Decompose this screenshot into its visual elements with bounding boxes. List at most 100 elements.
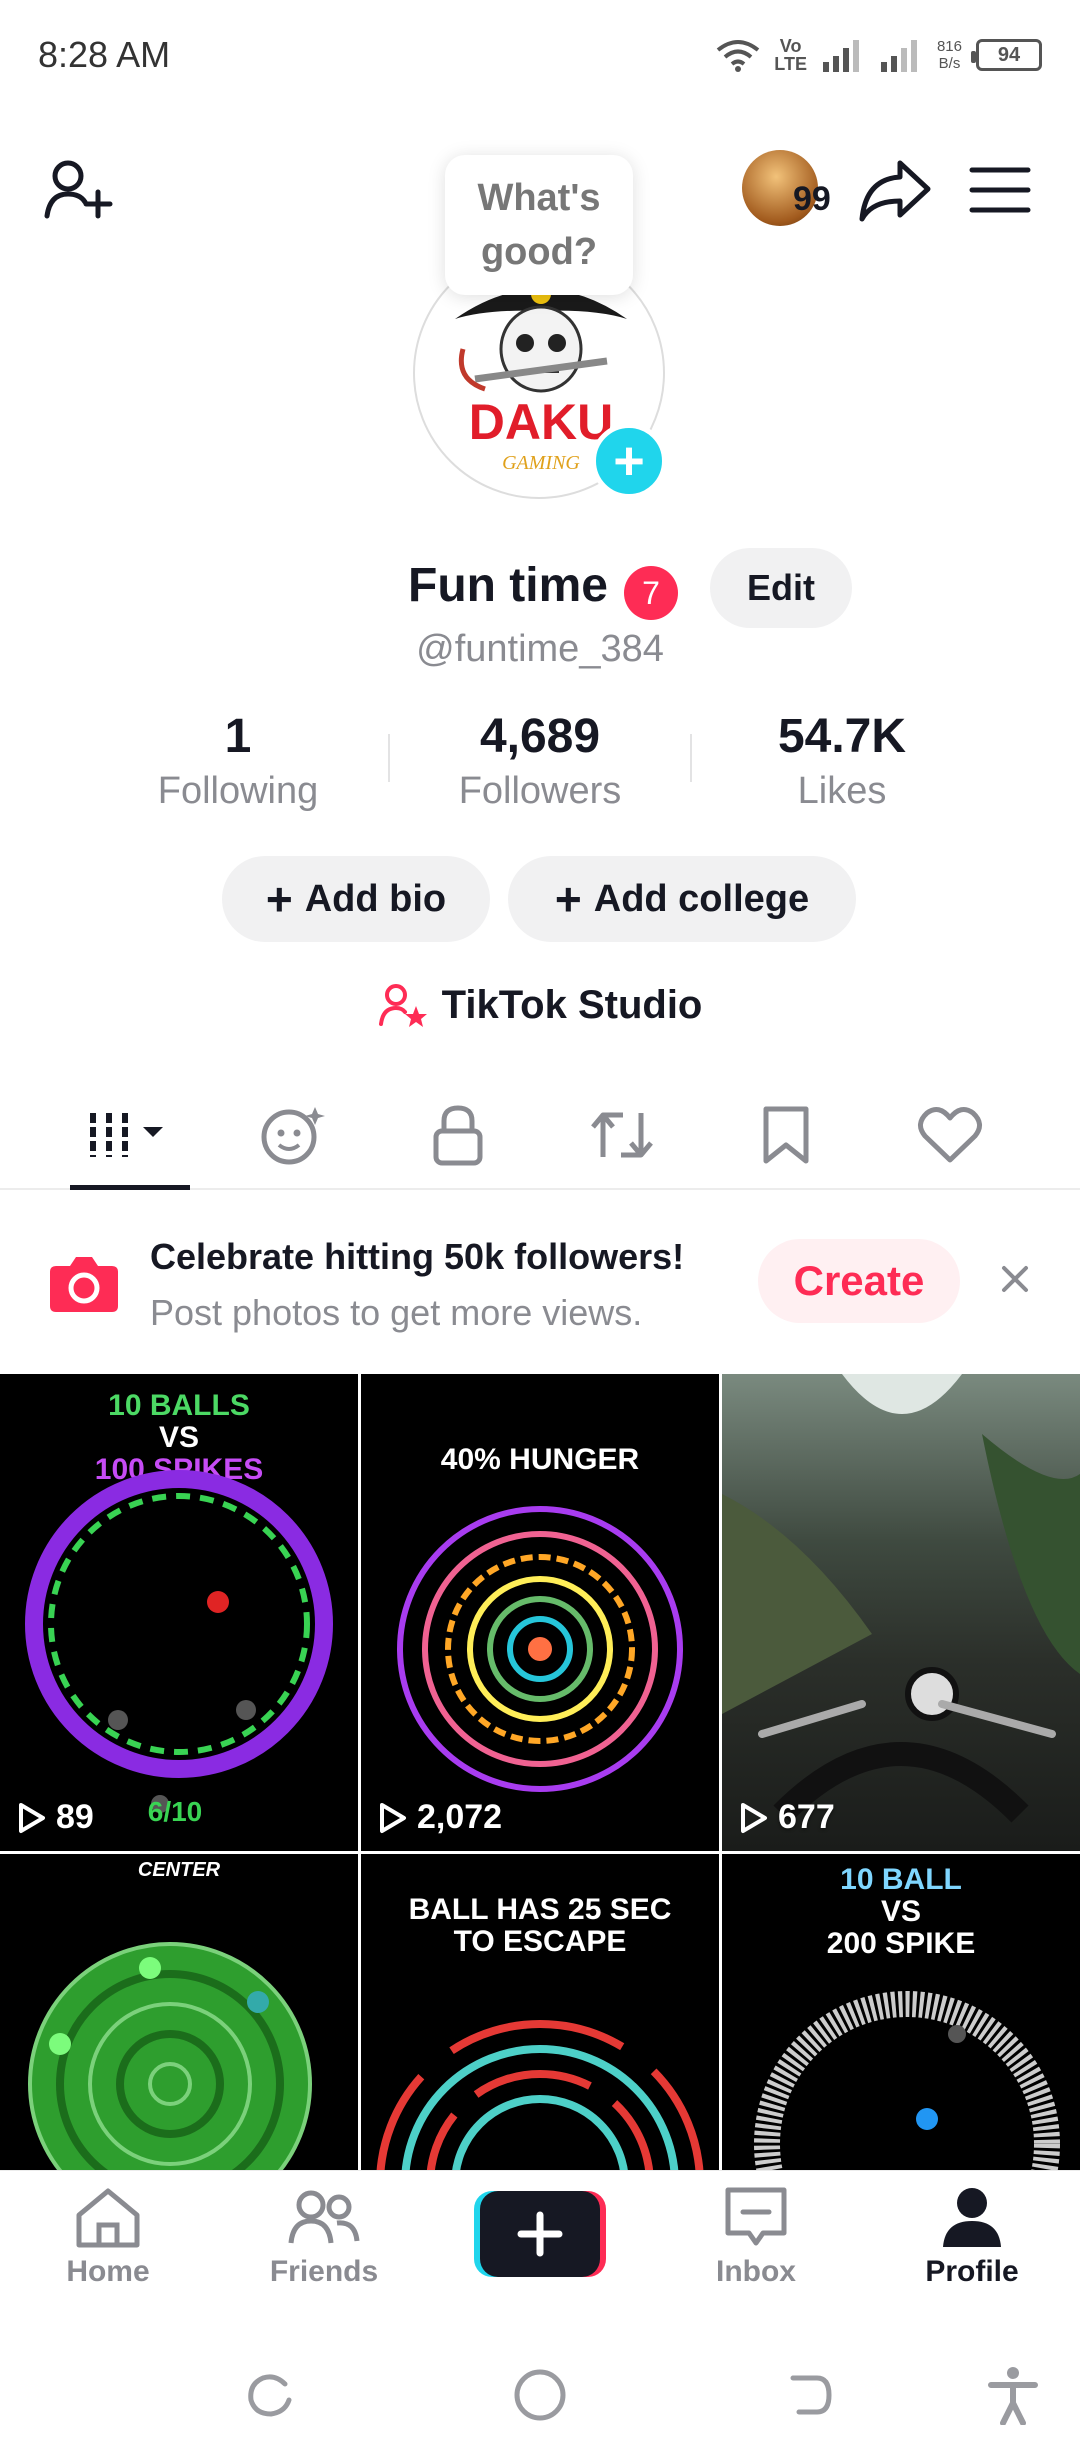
video-tile[interactable]: CENTER [0,1854,358,2174]
profile-icon [943,2188,1001,2247]
video-thumbnail [754,1991,1060,2174]
network-speed: 816 B/s [936,38,962,72]
volte-indicator: Vo LTE [774,36,807,74]
video-thumbnail [722,1374,1080,1823]
video-thumbnail [376,2020,704,2174]
bottom-navigation: Home Friends Inbox Profile [0,2170,1080,2320]
nav-profile[interactable]: Profile [882,2185,1062,2305]
studio-label: TikTok Studio [441,982,703,1027]
tab-private[interactable] [398,1095,518,1175]
view-count: 89 [18,1798,94,1837]
camera-icon [50,1257,118,1312]
stat-label: Likes [797,770,887,812]
status-icons: Vo LTE 816 B/s 94 [716,37,1042,73]
add-college-button[interactable]: + Add college [508,856,856,942]
add-bio-button[interactable]: + Add bio [222,856,490,942]
notification-badge[interactable]: 7 [624,566,678,620]
inbox-icon [725,2187,787,2246]
recent-apps-button[interactable] [235,2360,305,2430]
recents-icon [248,2374,292,2417]
add-friend-button[interactable] [38,150,118,230]
view-count-value: 89 [56,1798,94,1836]
accessibility-button[interactable] [978,2360,1048,2430]
back-button[interactable] [775,2360,845,2430]
username: @funtime_384 [416,628,664,670]
signal-icon-2 [880,40,917,72]
tab-liked[interactable] [890,1095,1010,1175]
share-button[interactable] [850,150,940,230]
video-tile[interactable]: 10 BALL VS 200 SPIKE [722,1854,1080,2174]
edit-profile-button[interactable]: Edit [710,548,852,628]
add-avatar-button[interactable]: + [591,423,667,499]
add-user-icon [44,160,113,219]
nav-inbox[interactable]: Inbox [666,2185,846,2305]
signal-icon [822,40,859,72]
accessibility-icon [988,2367,1038,2425]
grid-icon [90,1113,163,1157]
nav-inbox-label: Inbox [716,2255,796,2288]
add-bio-label: Add bio [304,877,447,920]
milestone-banner: Celebrate hitting 50k followers! Post ph… [0,1192,1080,1372]
video-grid: 10 BALLS VS 100 SPIKES 6/10 89 40% HUNGE… [0,1374,1080,2174]
nav-friends-label: Friends [269,2255,379,2288]
stat-likes[interactable]: 54.7K Likes [692,706,992,814]
tab-repost[interactable] [562,1095,682,1175]
wifi-icon [717,40,760,72]
back-icon [790,2375,832,2415]
stat-value: 1 [224,710,252,763]
banner-title: Celebrate hitting 50k followers! [150,1236,685,1277]
close-banner-button[interactable] [990,1254,1040,1304]
home-system-button[interactable] [505,2360,575,2430]
create-button[interactable]: Create [758,1239,960,1323]
stat-following[interactable]: 1 Following [88,706,388,814]
reposts-face-icon [261,1107,325,1165]
video-overlay-text: 6/10 [147,1796,203,1827]
banner-subtitle: Post photos to get more views. [150,1292,643,1333]
play-icon [19,1802,45,1833]
view-count: 677 [740,1798,835,1837]
video-tile[interactable]: 10 BALLS VS 100 SPIKES 6/10 89 [0,1374,358,1851]
plus-icon [474,2191,606,2277]
system-navigation [0,2330,1080,2460]
stat-label: Following [157,770,319,812]
profile-tabs [0,1080,1080,1190]
tab-saved[interactable] [726,1095,846,1175]
video-thumbnail [28,1942,312,2174]
plus-icon: + [265,873,293,925]
plus-icon: + [554,873,582,925]
video-tile[interactable]: BALL HAS 25 SEC TO ESCAPE [361,1854,719,2174]
add-college-label: Add college [593,877,810,920]
video-tile[interactable]: 40% HUNGER 2,072 [361,1374,719,1851]
stat-value: 4,689 [479,710,601,763]
video-tile[interactable]: 677 [722,1374,1080,1851]
share-icon [859,160,931,222]
menu-button[interactable] [960,150,1040,230]
view-count: 2,072 [379,1798,502,1837]
tiktok-studio-link[interactable]: TikTok Studio [0,975,1080,1035]
home-icon [76,2188,140,2248]
avatar-count: 99 [793,180,831,218]
logo-text: DAKU [469,394,613,450]
status-bar: 8:28 AM Vo LTE 816 B/s 94 [0,0,1080,110]
play-icon [380,1802,406,1833]
tab-reposts[interactable] [234,1095,354,1175]
hamburger-menu-icon [969,167,1031,213]
view-count-value: 2,072 [417,1798,503,1836]
stat-followers[interactable]: 4,689 Followers [390,706,690,814]
nav-friends[interactable]: Friends [234,2185,414,2305]
nav-home[interactable]: Home [18,2185,198,2305]
battery-level: 94 [997,43,1021,66]
heart-icon [918,1106,982,1163]
tab-videos[interactable] [70,1095,190,1175]
video-thumbnail [25,1470,333,1813]
create-video-button[interactable] [474,2191,606,2277]
status-bubble[interactable]: What's good? [445,155,633,295]
stat-label: Followers [458,770,622,812]
status-time: 8:28 AM [38,34,171,75]
view-count-value: 677 [778,1798,835,1836]
tab-indicator [70,1185,190,1190]
name-row: Fun time 7 Edit [0,548,1080,628]
battery-icon: 94 [971,39,1042,71]
friends-icon [288,2190,360,2244]
repost-icon [591,1112,653,1158]
